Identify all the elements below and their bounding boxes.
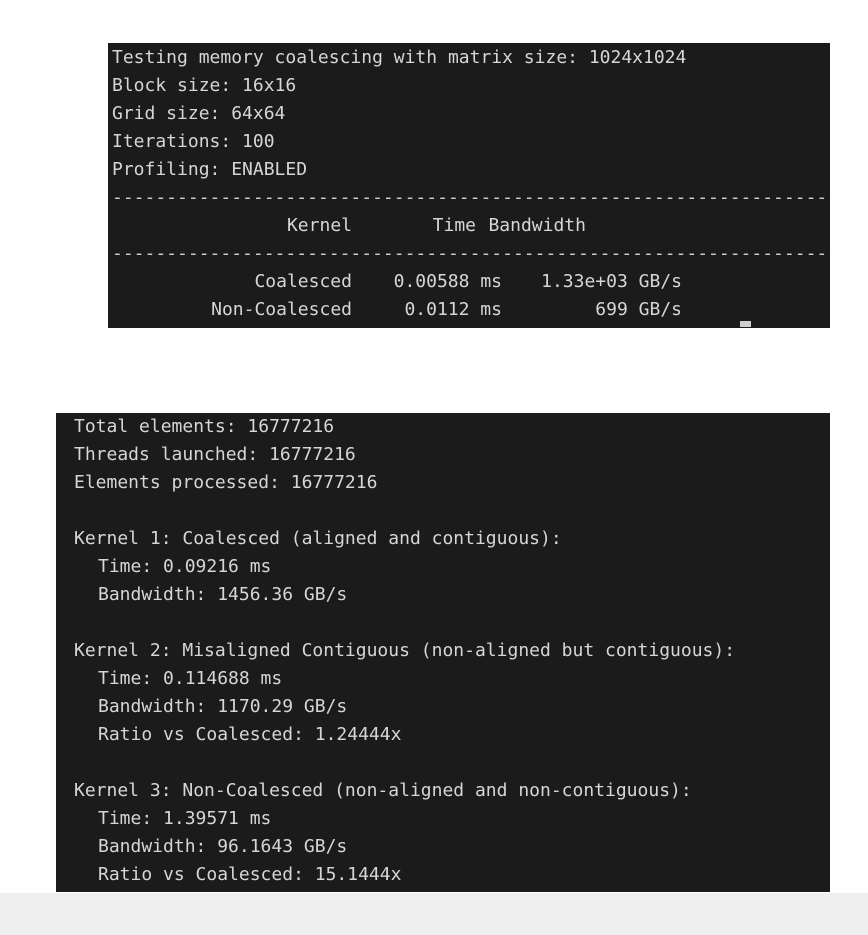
header-bandwidth: Bandwidth bbox=[488, 215, 586, 236]
kernel-3-bandwidth: Bandwidth: 96.1643 GB/s bbox=[98, 836, 348, 857]
kernel-2-time: Time: 0.114688 ms bbox=[98, 668, 283, 689]
kernel-1-title: Kernel 1: Coalesced (aligned and contigu… bbox=[74, 528, 562, 549]
kernel-2-title: Kernel 2: Misaligned Contiguous (non-ali… bbox=[74, 640, 736, 661]
table-separator-bottom: ----------------------------------------… bbox=[112, 243, 830, 264]
row-bandwidth-value: 1.33e+03 GB/s bbox=[541, 271, 682, 292]
header-time: Time bbox=[432, 215, 476, 236]
table-row: Non-Coalesced 0.0112 ms 699 GB/s bbox=[112, 296, 830, 324]
terminal-cursor bbox=[740, 321, 751, 327]
profiling-line: Profiling: ENABLED bbox=[112, 159, 308, 180]
kernel-2-bandwidth: Bandwidth: 1170.29 GB/s bbox=[98, 696, 348, 717]
terminal-output-kernel-comparison: Total elements: 16777216 Threads launche… bbox=[56, 413, 830, 892]
grid-size-line: Grid size: 64x64 bbox=[112, 103, 286, 124]
elements-processed-line: Elements processed: 16777216 bbox=[74, 472, 378, 493]
table-row: Coalesced 0.00588 ms 1.33e+03 GB/s bbox=[112, 268, 830, 296]
bottom-bar bbox=[0, 893, 868, 935]
kernel-3-ratio: Ratio vs Coalesced: 15.1444x bbox=[98, 864, 402, 885]
terminal-output-coalescing-test: Testing memory coalescing with matrix si… bbox=[108, 43, 830, 328]
kernel-1-time: Time: 0.09216 ms bbox=[98, 556, 272, 577]
row-bandwidth-value: 699 GB/s bbox=[595, 299, 682, 320]
kernel-3-title: Kernel 3: Non-Coalesced (non-aligned and… bbox=[74, 780, 692, 801]
matrix-size-line: Testing memory coalescing with matrix si… bbox=[112, 47, 687, 68]
block-size-line: Block size: 16x16 bbox=[112, 75, 297, 96]
iterations-line: Iterations: 100 bbox=[112, 131, 275, 152]
results-table-header: Kernel Time Bandwidth bbox=[112, 212, 830, 240]
table-separator-top: ----------------------------------------… bbox=[112, 187, 830, 208]
total-elements-line: Total elements: 16777216 bbox=[74, 416, 335, 437]
row-time-value: 0.0112 ms bbox=[404, 299, 502, 320]
kernel-2-ratio: Ratio vs Coalesced: 1.24444x bbox=[98, 724, 402, 745]
row-kernel-name: Non-Coalesced bbox=[211, 299, 352, 320]
kernel-1-bandwidth: Bandwidth: 1456.36 GB/s bbox=[98, 584, 348, 605]
threads-launched-line: Threads launched: 16777216 bbox=[74, 444, 356, 465]
kernel-3-time: Time: 1.39571 ms bbox=[98, 808, 272, 829]
row-kernel-name: Coalesced bbox=[254, 271, 352, 292]
header-kernel: Kernel bbox=[286, 215, 352, 236]
row-time-value: 0.00588 ms bbox=[393, 271, 502, 292]
